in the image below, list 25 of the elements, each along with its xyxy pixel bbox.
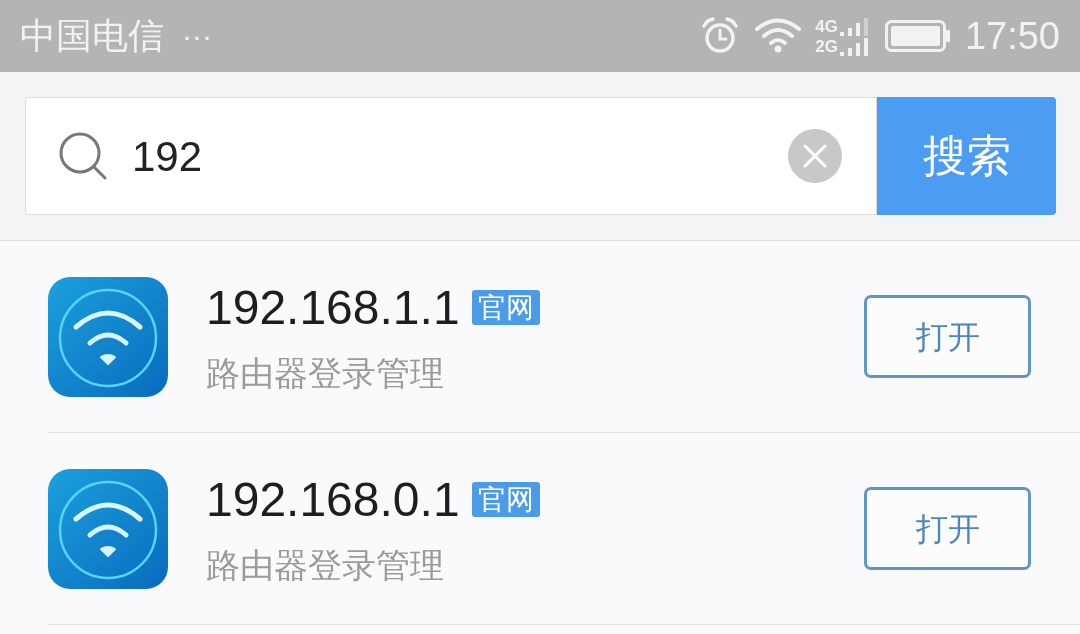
result-title: 192.168.1.1 [206, 279, 460, 336]
more-notifications: ··· [182, 18, 212, 54]
official-tag: 官网 [471, 482, 540, 517]
signal-bars-icon [839, 38, 868, 56]
network-type-label: 4G [815, 18, 838, 36]
open-button[interactable]: 打开 [864, 487, 1031, 570]
official-tag: 官网 [471, 290, 540, 325]
result-title: 192.168.0.1 [206, 471, 460, 528]
wifi-signal-icon [755, 18, 802, 54]
network-type-label: 2G [815, 38, 838, 56]
search-icon [58, 131, 108, 181]
wifi-app-icon [48, 468, 168, 589]
open-button[interactable]: 打开 [864, 295, 1031, 378]
battery-icon [884, 20, 951, 52]
alarm-clock-icon [701, 17, 740, 55]
wifi-app-icon [48, 276, 168, 397]
signal-bars-icon [839, 18, 868, 36]
search-field[interactable]: 192 [25, 97, 877, 215]
search-input[interactable]: 192 [132, 128, 772, 184]
search-button[interactable]: 搜索 [877, 97, 1056, 215]
clear-icon[interactable] [788, 129, 842, 183]
result-description: 路由器登录管理 [206, 352, 444, 394]
clock-time: 17:50 [964, 14, 1060, 58]
carrier-name: 中国电信 [20, 15, 164, 57]
result-description: 路由器登录管理 [206, 544, 444, 586]
